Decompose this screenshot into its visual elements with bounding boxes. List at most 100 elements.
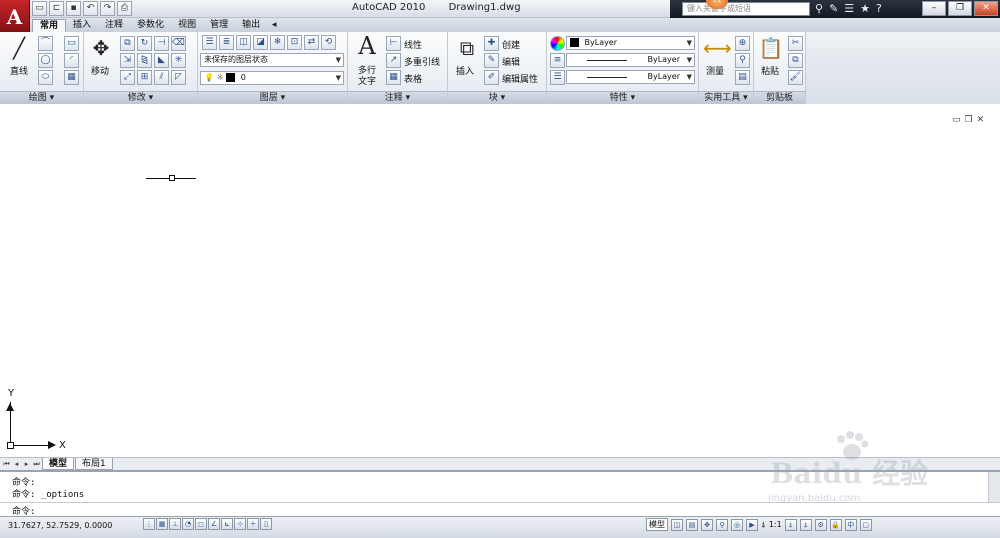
pan-icon[interactable]: ✥	[701, 518, 713, 531]
open-icon[interactable]: ⊏	[49, 1, 64, 16]
help-icon[interactable]: ?	[876, 2, 882, 15]
modify-panel-title[interactable]: 修改 ▾	[84, 91, 197, 104]
cut-icon[interactable]: ✂	[788, 36, 803, 51]
linear-dimension-icon[interactable]: ⊢	[386, 36, 401, 51]
redo-icon[interactable]: ↷	[100, 1, 115, 16]
multileader-icon[interactable]: ↗	[386, 53, 401, 68]
linetype-icon[interactable]: ☰	[550, 70, 565, 85]
layer-match-icon[interactable]: ⇄	[304, 35, 319, 50]
copy-icon[interactable]: ⧉	[120, 36, 135, 51]
linear-label[interactable]: 线性	[404, 38, 422, 51]
steering-wheel-icon[interactable]: ◎	[731, 518, 743, 531]
ellipse-icon[interactable]: ⬭	[38, 70, 53, 85]
zoom-icon[interactable]: ⚲	[716, 518, 728, 531]
dyn-icon[interactable]: ⊹	[234, 518, 246, 530]
command-input[interactable]: 命令:	[0, 502, 1000, 517]
tab-layout1[interactable]: 布局1	[75, 458, 113, 470]
coordinate-readout[interactable]: 31.7627, 52.7529, 0.0000	[8, 521, 112, 530]
color-dropdown[interactable]: ByLayer ▼	[566, 36, 695, 50]
edit-attributes-label[interactable]: 编辑属性	[502, 72, 538, 85]
help-search-input[interactable]: 键入关键字或短语	[682, 2, 810, 16]
tab-home[interactable]: 常用	[32, 19, 67, 32]
color-wheel-icon[interactable]	[550, 36, 565, 51]
workspace-icon[interactable]: ⚙	[814, 518, 827, 531]
rectangle-icon[interactable]: ▭	[64, 36, 79, 51]
drawing-minimize-icon[interactable]: ▭	[952, 115, 961, 125]
minimize-button[interactable]: –	[922, 1, 946, 16]
chamfer-icon[interactable]: ◸	[171, 70, 186, 85]
clipboard-panel-title[interactable]: 剪贴板	[754, 91, 805, 104]
drawing-canvas[interactable]	[0, 105, 1000, 457]
polyline-icon[interactable]: ⌒	[38, 36, 53, 51]
lineweight-dropdown[interactable]: ByLayer ▼	[566, 53, 695, 67]
ducs-icon[interactable]: ⊾	[221, 518, 233, 530]
quick-properties-icon[interactable]: ▯	[260, 518, 272, 530]
explode-icon[interactable]: ✳	[171, 53, 186, 68]
wrench-icon[interactable]: ✎	[829, 2, 838, 15]
osnap-icon[interactable]: ◻	[195, 518, 207, 530]
layer-dropdown[interactable]: 💡 ☼ 0 ▼	[200, 71, 344, 85]
utilities-panel-title[interactable]: 实用工具 ▾	[699, 91, 753, 104]
move-icon[interactable]: ✥	[88, 36, 114, 62]
grid-icon[interactable]: ▦	[156, 518, 168, 530]
ortho-icon[interactable]: ⊥	[169, 518, 181, 530]
erase-icon[interactable]: ⌫	[171, 36, 186, 51]
line-icon[interactable]: ╱	[6, 36, 32, 62]
multileader-label[interactable]: 多重引线	[404, 55, 440, 68]
ime-icon[interactable]: 中	[844, 518, 857, 531]
paste-icon[interactable]: 📋	[758, 36, 784, 62]
annotation-scale-icon[interactable]: ⍋	[761, 520, 766, 530]
edit-attributes-icon[interactable]: ✐	[484, 70, 499, 85]
tab-parametric[interactable]: 参数化	[130, 19, 171, 32]
ribbon-minimize-icon[interactable]: ◂	[267, 19, 281, 32]
drawing-restore-icon[interactable]: ❐	[965, 115, 973, 125]
layer-state-dropdown[interactable]: 未保存的图层状态 ▼	[200, 53, 344, 67]
tab-insert[interactable]: 插入	[66, 19, 98, 32]
tab-manage[interactable]: 管理	[203, 19, 235, 32]
annotation-panel-title[interactable]: 注释 ▾	[348, 91, 447, 104]
auto-scale-icon[interactable]: ⍋	[799, 518, 812, 531]
showmotion-icon[interactable]: ▶	[746, 518, 758, 531]
model-space-button[interactable]: 模型	[646, 518, 668, 531]
properties-panel-title[interactable]: 特性 ▾	[547, 91, 698, 104]
restore-button[interactable]: ❐	[948, 1, 972, 16]
last-tab-icon[interactable]: ⏭	[32, 460, 41, 469]
create-label[interactable]: 创建	[502, 38, 520, 51]
command-scrollbar[interactable]	[988, 472, 1000, 502]
hatch-icon[interactable]: ▦	[64, 70, 79, 85]
mirror-icon[interactable]: ⧎	[137, 53, 152, 68]
edit-block-icon[interactable]: ✎	[484, 53, 499, 68]
lock-icon[interactable]: 🔒	[829, 518, 842, 531]
layer-freeze-icon[interactable]: ❄	[270, 35, 285, 50]
tab-view[interactable]: 视图	[171, 19, 203, 32]
linetype-dropdown[interactable]: ByLayer ▼	[566, 70, 695, 84]
draw-panel-title[interactable]: 绘图 ▾	[0, 91, 83, 104]
save-icon[interactable]: ▪	[66, 1, 81, 16]
close-button[interactable]: ✕	[974, 1, 998, 16]
layer-lock-icon[interactable]: ⊡	[287, 35, 302, 50]
stretch-icon[interactable]: ⇲	[120, 53, 135, 68]
layer-properties-icon[interactable]: ☰	[202, 35, 217, 50]
copy-clip-icon[interactable]: ⧉	[788, 53, 803, 68]
array-icon[interactable]: ⊞	[137, 70, 152, 85]
first-tab-icon[interactable]: ⏮	[2, 460, 11, 469]
layers-panel-title[interactable]: 图层 ▾	[198, 91, 347, 104]
arc-icon[interactable]: ◜	[64, 53, 79, 68]
measure-icon[interactable]: ⟷	[703, 36, 732, 62]
star-icon[interactable]: ★	[860, 2, 870, 15]
layer-off-icon[interactable]: ◪	[253, 35, 268, 50]
layer-state-icon[interactable]: ≣	[219, 35, 234, 50]
tab-annotate[interactable]: 注释	[98, 19, 130, 32]
drawing-close-icon[interactable]: ✕	[977, 115, 985, 125]
binoculars-icon[interactable]: ⚲	[815, 2, 823, 15]
new-icon[interactable]: ▭	[32, 1, 47, 16]
create-block-icon[interactable]: ✚	[484, 36, 499, 51]
scale-icon[interactable]: ⤢	[120, 70, 135, 85]
undo-icon[interactable]: ↶	[83, 1, 98, 16]
block-panel-title[interactable]: 块 ▾	[448, 91, 546, 104]
annotation-scale[interactable]: 1:1	[769, 520, 782, 529]
table-icon[interactable]: ▦	[386, 70, 401, 85]
calculator-icon[interactable]: ▤	[735, 70, 750, 85]
offset-icon[interactable]: ⫽	[154, 70, 169, 85]
annotation-visibility-icon[interactable]: ⍋	[784, 518, 797, 531]
